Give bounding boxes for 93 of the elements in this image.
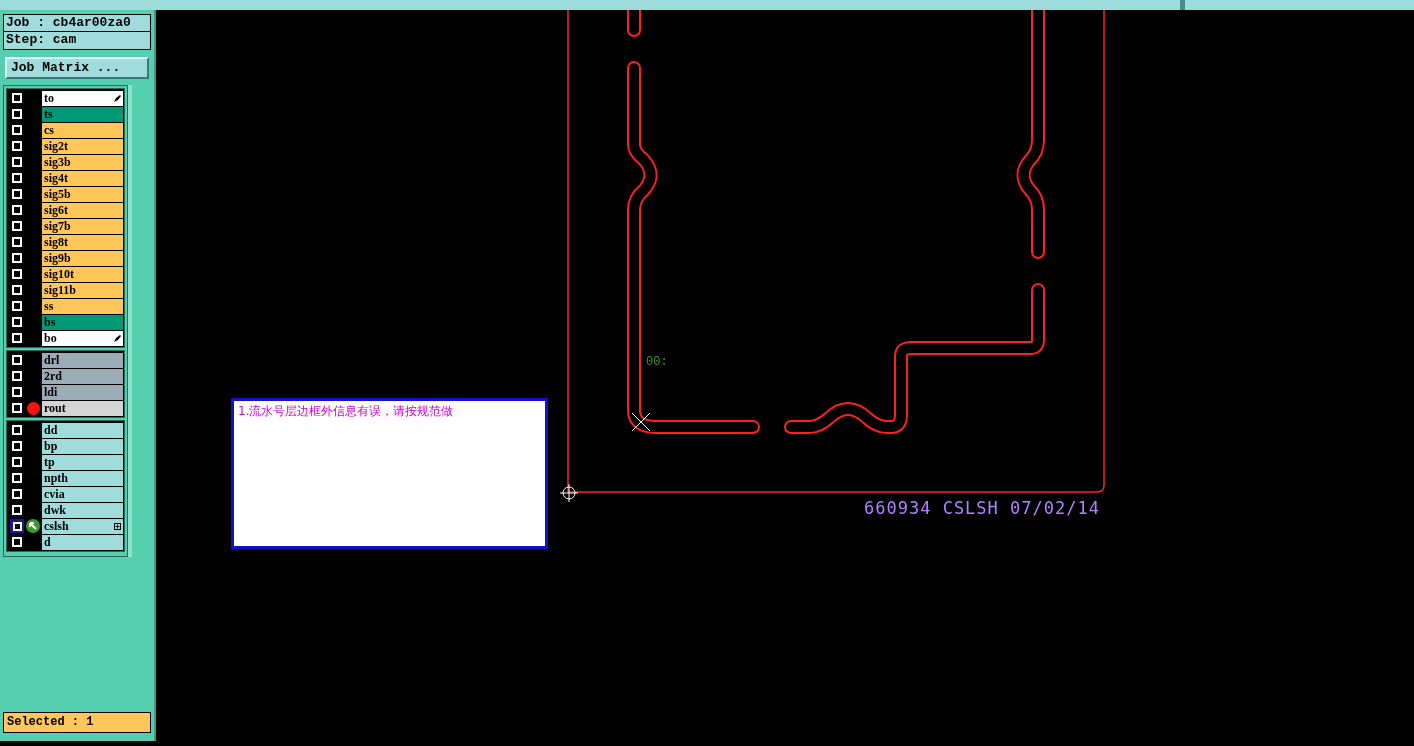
layer-label: sig5b (44, 186, 71, 202)
layer-name[interactable]: drl (42, 352, 123, 368)
layer-name[interactable]: sig3b (42, 154, 123, 170)
layer-name[interactable]: tp (42, 454, 123, 470)
layer-checkbox[interactable] (12, 205, 22, 215)
layer-name[interactable]: rout (42, 400, 123, 416)
layer-label: cslsh (44, 518, 69, 534)
layer-label: dd (44, 422, 58, 438)
layer-label: bs (44, 314, 56, 330)
crosshair-icon (560, 484, 578, 502)
layer-checkbox[interactable] (12, 93, 22, 103)
layer-checkbox[interactable] (10, 519, 24, 533)
layer-name[interactable]: sig9b (42, 250, 123, 266)
layer-name[interactable]: bo (42, 330, 123, 346)
comment-text: 1.流水号层边框外信息有误，请按规范做 (238, 403, 455, 419)
layer-name[interactable]: sig7b (42, 218, 123, 234)
layer-name[interactable]: sig4t (42, 170, 123, 186)
job-matrix-button[interactable]: Job Matrix ... (5, 57, 149, 79)
layer-label: dwk (44, 502, 66, 518)
layer-checkbox[interactable] (12, 333, 22, 343)
layer-label: sig8t (44, 234, 68, 250)
layer-checkbox[interactable] (12, 221, 22, 231)
layer-label: rout (44, 400, 66, 416)
layer-name[interactable]: sig2t (42, 138, 123, 154)
layer-label: ldi (44, 384, 58, 400)
layer-name[interactable]: 2rd (42, 368, 123, 384)
job-label: Job : cb4ar00za0 (3, 14, 151, 32)
layer-name[interactable]: bs (42, 314, 123, 330)
layer-label: bp (44, 438, 58, 454)
layer-checkbox[interactable] (12, 125, 22, 135)
layer-label: sig9b (44, 250, 71, 266)
layer-checkbox[interactable] (12, 387, 22, 397)
layer-label: sig4t (44, 170, 68, 186)
layer-name[interactable]: cs (42, 122, 123, 138)
layer-label: drl (44, 352, 60, 368)
layer-checkbox[interactable] (12, 301, 22, 311)
layer-name[interactable]: sig10t (42, 266, 123, 282)
layer-name[interactable]: dwk (42, 502, 123, 518)
layer-label: 2rd (44, 368, 62, 384)
layer-checkbox[interactable] (12, 371, 22, 381)
x-mark-icon (631, 412, 651, 432)
layer-label: sig2t (44, 138, 68, 154)
layer-label: sig6t (44, 202, 68, 218)
layer-checkbox[interactable] (12, 173, 22, 183)
layer-name[interactable]: to (42, 90, 123, 106)
layer-label: cvia (44, 486, 65, 502)
layer-name[interactable]: d (42, 534, 123, 550)
canvas-label: 00: (646, 355, 668, 369)
layer-checkbox[interactable] (12, 189, 22, 199)
layer-name[interactable]: sig6t (42, 202, 123, 218)
step-label: Step: cam (3, 32, 151, 50)
layer-name[interactable]: cslsh (42, 518, 123, 534)
layer-checkbox[interactable] (12, 457, 22, 467)
layer-label: to (44, 90, 54, 106)
layer-checkbox[interactable] (12, 141, 22, 151)
layer-label: sig10t (44, 266, 74, 282)
layer-label: tp (44, 454, 55, 470)
layer-name[interactable]: ss (42, 298, 123, 314)
layer-label: sig7b (44, 218, 71, 234)
layer-label: sig11b (44, 282, 76, 298)
layer-checkbox[interactable] (12, 253, 22, 263)
layer-name[interactable]: ldi (42, 384, 123, 400)
layer-checkbox[interactable] (12, 473, 22, 483)
layer-name[interactable]: sig11b (42, 282, 123, 298)
board-text: 660934 CSLSH 07/02/14 (864, 498, 1100, 518)
layer-checkbox[interactable] (12, 237, 22, 247)
layer-checkbox[interactable] (12, 489, 22, 499)
layer-label: sig3b (44, 154, 71, 170)
layer-checkbox[interactable] (12, 269, 22, 279)
layer-checkbox[interactable] (12, 109, 22, 119)
layer-checkbox[interactable] (12, 425, 22, 435)
status-bar: Selected : 1 (3, 712, 151, 733)
layer-checkbox[interactable] (12, 403, 22, 413)
layer-checkbox[interactable] (12, 355, 22, 365)
layer-name[interactable]: sig8t (42, 234, 123, 250)
layer-name[interactable]: npth (42, 470, 123, 486)
layer-label: ss (44, 298, 54, 314)
layer-checkbox[interactable] (12, 317, 22, 327)
layer-label: d (44, 534, 51, 550)
layer-label: bo (44, 330, 57, 346)
layer-label: ts (44, 106, 53, 122)
layer-label: cs (44, 122, 54, 138)
layer-name[interactable]: sig5b (42, 186, 123, 202)
layer-label: npth (44, 470, 69, 486)
layer-name[interactable]: bp (42, 438, 123, 454)
layer-checkbox[interactable] (12, 441, 22, 451)
layer-name[interactable]: cvia (42, 486, 123, 502)
layer-name[interactable]: ts (42, 106, 123, 122)
layer-checkbox[interactable] (12, 505, 22, 515)
layer-checkbox[interactable] (12, 157, 22, 167)
layer-name[interactable]: dd (42, 422, 123, 438)
layer-checkbox[interactable] (12, 537, 22, 547)
layer-checkbox[interactable] (12, 285, 22, 295)
